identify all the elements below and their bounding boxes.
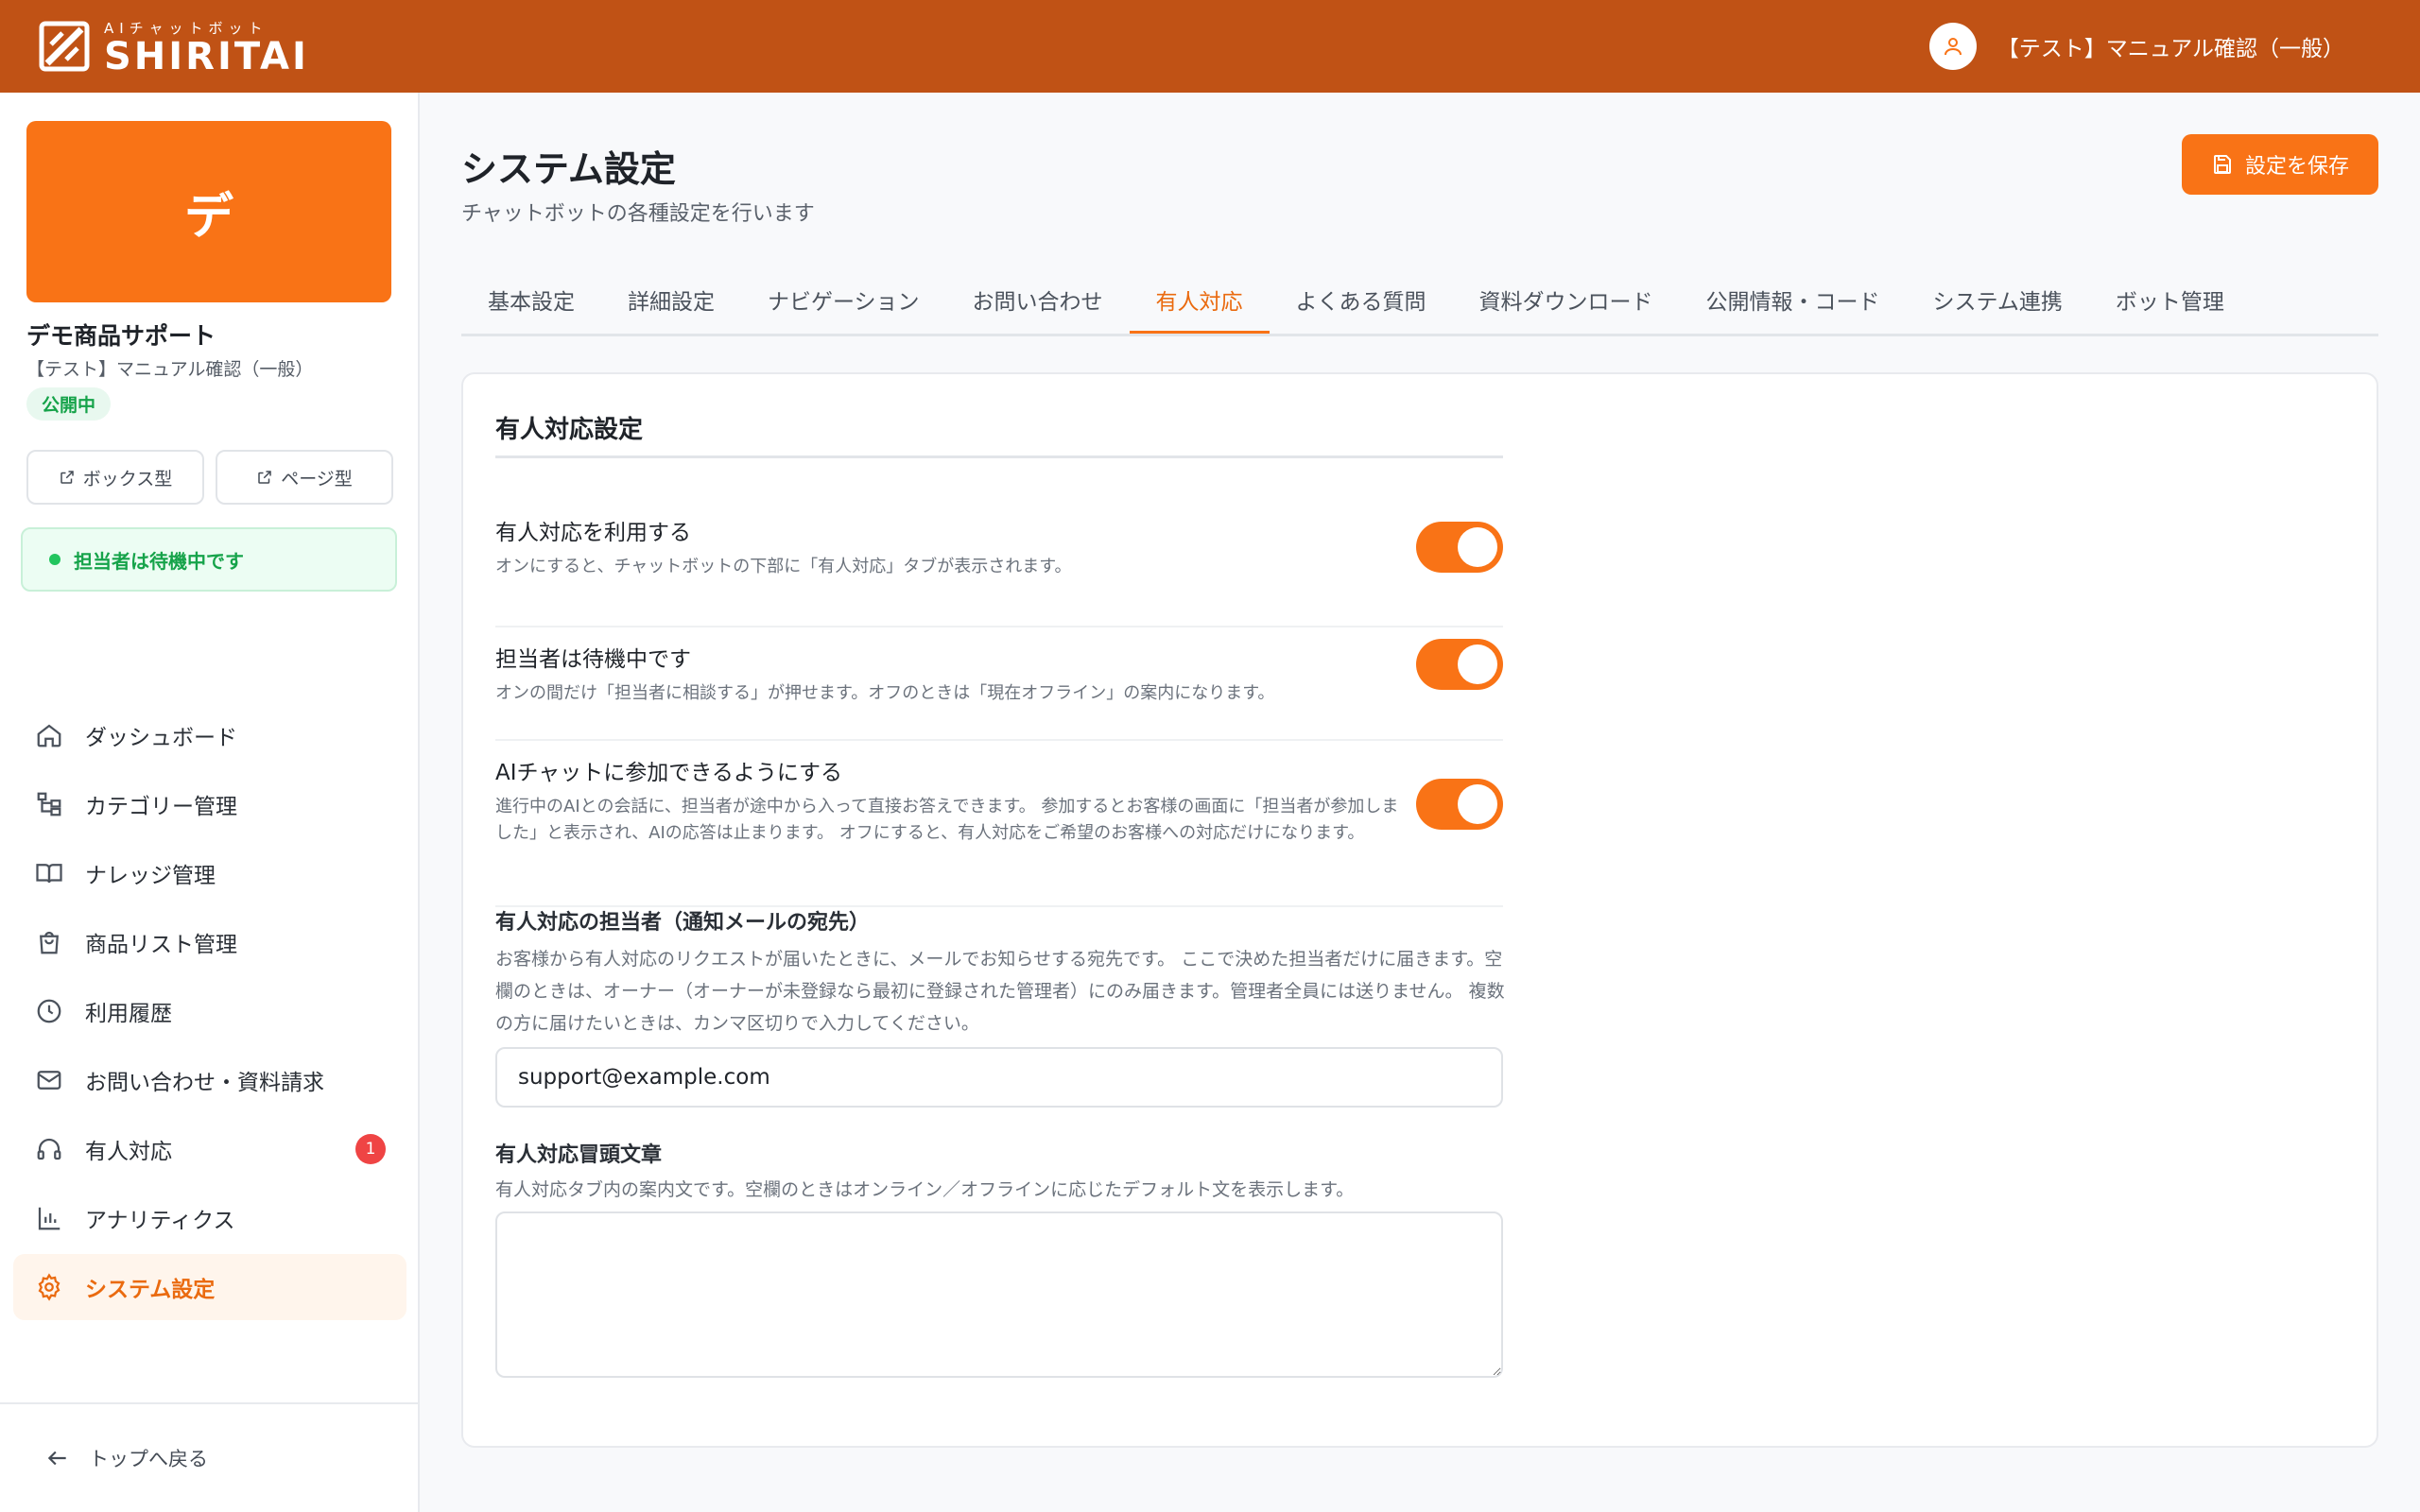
- setting-description: オンにすると、チャットボットの下部に「有人対応」タブが表示されます。: [495, 557, 1072, 576]
- recipient-email-input[interactable]: [495, 1047, 1503, 1108]
- setting-join-ai-chat: AIチャットに参加できるようにする 進行中のAIとの会話に、担当者が途中から入っ…: [495, 741, 1503, 907]
- settings-tabs: 基本設定 詳細設定 ナビゲーション お問い合わせ 有人対応 よくある質問 資料ダ…: [461, 268, 2378, 336]
- sidebar-item-system-settings[interactable]: システム設定: [13, 1254, 406, 1320]
- sidebar-item-history[interactable]: 利用履歴: [13, 978, 406, 1044]
- sidebar-item-inquiries[interactable]: お問い合わせ・資料請求: [13, 1047, 406, 1113]
- gear-icon: [38, 1273, 60, 1301]
- logo[interactable]: AIチャットボット SHIRITAI: [38, 18, 309, 76]
- logo-title: SHIRITAI: [104, 34, 309, 78]
- back-label: トップへ戻る: [89, 1448, 208, 1470]
- tab-downloads[interactable]: 資料ダウンロード: [1453, 268, 1680, 334]
- setting-label: 有人対応を利用する: [495, 521, 691, 545]
- sidebar-item-dashboard[interactable]: ダッシュボード: [13, 702, 406, 768]
- sidebar-item-label: 有人対応: [85, 1140, 172, 1164]
- bar-chart-icon: [38, 1207, 60, 1230]
- user-name: 【テスト】マニュアル確認（一般）: [1996, 37, 2344, 61]
- book-icon: [36, 864, 62, 884]
- setting-description: 進行中のAIとの会話に、担当者が途中から入って直接お答えできます。 参加するとお…: [495, 797, 1399, 843]
- arrow-left-icon: [47, 1451, 66, 1466]
- setting-enable-live-support: 有人対応を利用する オンにすると、チャットボットの下部に「有人対応」タブが表示さ…: [495, 514, 1503, 627]
- sidebar-item-label: 商品リスト管理: [85, 933, 237, 957]
- sidebar-item-label: システム設定: [85, 1278, 216, 1302]
- bot-name: デモ商品サポート: [26, 322, 216, 350]
- sidebar-item-label: カテゴリー管理: [85, 795, 237, 819]
- clock-icon: [37, 999, 61, 1023]
- card-divider: [495, 455, 1503, 458]
- sidebar-item-analytics[interactable]: アナリティクス: [13, 1185, 406, 1251]
- external-link-icon: [60, 471, 74, 484]
- setting-label: 担当者は待機中です: [495, 647, 691, 672]
- bot-subtitle: 【テスト】マニュアル確認（一般）: [26, 359, 314, 380]
- tab-live-support[interactable]: 有人対応: [1129, 268, 1270, 334]
- tab-faq[interactable]: よくある質問: [1270, 268, 1453, 334]
- join-ai-chat-toggle[interactable]: [1416, 779, 1503, 830]
- tab-integrations[interactable]: システム連携: [1907, 268, 2089, 334]
- recipient-field-description: お客様から有人対応のリクエストが届いたときに、メールでお知らせする宛先です。 こ…: [495, 949, 1505, 1034]
- user-menu[interactable]: 【テスト】マニュアル確認（一般）: [1928, 23, 2344, 70]
- tab-public-info[interactable]: 公開情報・コード: [1680, 268, 1907, 334]
- setting-agent-available: 担当者は待機中です オンの間だけ「担当者に相談する」が押せます。オフのときは「現…: [495, 627, 1503, 741]
- tab-advanced[interactable]: 詳細設定: [601, 268, 741, 334]
- category-tree-icon: [37, 792, 61, 816]
- sidebar-item-label: ナレッジ管理: [85, 864, 216, 888]
- sidebar-item-label: ダッシュボード: [85, 726, 237, 750]
- sidebar-item-category[interactable]: カテゴリー管理: [13, 771, 406, 837]
- page-type-label: ページ型: [281, 468, 353, 490]
- sidebar-item-label: アナリティクス: [85, 1209, 235, 1233]
- page-title: システム設定: [461, 148, 676, 190]
- agent-available-toggle[interactable]: [1416, 639, 1503, 690]
- card-title: 有人対応設定: [495, 416, 644, 444]
- external-link-icon: [258, 471, 271, 484]
- setting-label: AIチャットに参加できるようにする: [495, 761, 843, 785]
- box-type-button[interactable]: ボックス型: [26, 450, 204, 505]
- sidebar-nav: ダッシュボード カテゴリー管理 ナレッジ管理 商品リスト管理 利用履歴 お問い合…: [13, 702, 406, 1323]
- intro-text-field-description: 有人対応タブ内の案内文です。空欄のときはオンライン／オフラインに応じたデフォルト…: [495, 1179, 1355, 1200]
- user-icon: [1944, 38, 1962, 56]
- tab-bot-management[interactable]: ボット管理: [2089, 268, 2251, 334]
- recipient-field-label: 有人対応の担当者（通知メールの宛先）: [495, 911, 871, 935]
- sidebar-item-live-support[interactable]: 有人対応 1: [13, 1116, 406, 1182]
- save-label: 設定を保存: [2244, 155, 2349, 179]
- user-avatar: [1928, 23, 1977, 70]
- mail-icon: [37, 1071, 61, 1090]
- live-support-settings-card: 有人対応設定 有人対応を利用する オンにすると、チャットボットの下部に「有人対応…: [461, 372, 2378, 1448]
- bot-avatar: デ: [26, 121, 391, 302]
- intro-text-textarea[interactable]: [495, 1211, 1503, 1378]
- enable-live-support-toggle[interactable]: [1416, 522, 1503, 573]
- sidebar-divider: [0, 1402, 420, 1404]
- page-description: チャットボットの各種設定を行います: [461, 202, 815, 226]
- box-type-label: ボックス型: [82, 468, 173, 490]
- save-icon: [2213, 155, 2231, 174]
- headphones-icon: [37, 1138, 61, 1160]
- status-badge: 公開中: [26, 387, 112, 421]
- agent-status-text: 担当者は待機中です: [74, 549, 244, 573]
- top-header: AIチャットボット SHIRITAI 【テスト】マニュアル確認（一般）: [0, 0, 2420, 93]
- online-dot-icon: [49, 554, 60, 565]
- shopping-bag-icon: [40, 931, 59, 954]
- sidebar-item-products[interactable]: 商品リスト管理: [13, 909, 406, 975]
- back-to-top-link[interactable]: トップへ戻る: [45, 1444, 208, 1472]
- sidebar-item-label: お問い合わせ・資料請求: [85, 1071, 324, 1095]
- sidebar-item-knowledge[interactable]: ナレッジ管理: [13, 840, 406, 906]
- logo-icon: [39, 21, 90, 72]
- notification-badge: 1: [355, 1134, 386, 1164]
- home-icon: [37, 724, 61, 747]
- tab-contact[interactable]: お問い合わせ: [946, 268, 1130, 334]
- page-type-button[interactable]: ページ型: [216, 450, 393, 505]
- agent-status-banner: 担当者は待機中です: [21, 527, 397, 592]
- sidebar-item-label: 利用履歴: [85, 1002, 172, 1026]
- save-settings-button[interactable]: 設定を保存: [2182, 134, 2378, 195]
- sidebar: デ デモ商品サポート 【テスト】マニュアル確認（一般） 公開中 ボックス型 ペー…: [0, 93, 420, 1512]
- intro-text-field-label: 有人対応冒頭文章: [495, 1143, 663, 1167]
- tab-basic[interactable]: 基本設定: [461, 268, 601, 334]
- setting-description: オンの間だけ「担当者に相談する」が押せます。オフのときは「現在オフライン」の案内…: [495, 683, 1275, 703]
- tab-navigation[interactable]: ナビゲーション: [741, 268, 946, 334]
